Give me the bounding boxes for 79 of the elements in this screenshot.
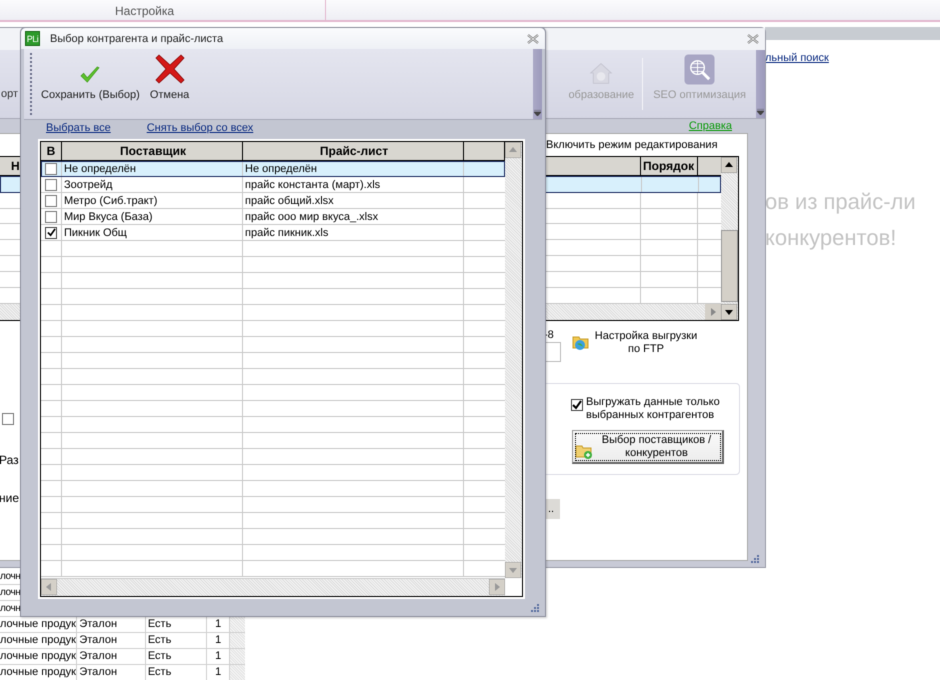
field-label: ние [0,491,20,505]
table-cell: Метро (Сиб.тракт) [64,194,158,206]
scroll-left-icon[interactable] [41,579,57,595]
resize-grip[interactable] [531,604,539,612]
save-button[interactable]: Сохранить (Выбор) [38,49,143,119]
table-cell: Эталон [77,665,146,680]
table-cell: Эталон [77,649,146,664]
checkbox[interactable] [571,399,583,411]
edit-mode-label: Включить режим редактирования [546,139,718,151]
checkbox[interactable] [2,413,14,425]
close-icon[interactable] [527,34,539,44]
column-header[interactable]: Порядок [643,158,694,173]
table-cell: Есть [146,633,208,648]
scroll-up-icon[interactable] [721,157,737,173]
table-cell: Есть [146,649,208,664]
table-cell: Есть [146,665,208,680]
table-cell-text: лочн [0,586,20,600]
table-cell: Зоотрейд [64,178,112,190]
table-cell: лочные продук [0,633,78,648]
resize-grip[interactable] [751,555,759,563]
column-header[interactable]: Поставщик [120,144,186,158]
globe-search-icon [684,54,716,85]
scrollbar[interactable] [230,633,245,648]
vertical-scrollbar[interactable] [721,157,738,320]
grid-row[interactable]: Мир Вкуса (База) прайс ооо мир вкуса_.xlsx [41,209,505,225]
scrollbar[interactable] [230,649,245,664]
grid-row[interactable]: Пикник Общ прайс пикник.xls [41,225,505,241]
table-cell: Эталон [77,633,146,648]
app-logo: PLi [25,31,40,46]
ribbon-group-label[interactable]: Настройка [115,4,174,20]
table-cell-text: лочн [0,570,20,584]
check-icon [79,65,102,85]
dropdown-arrow-icon [757,109,764,115]
checkbox[interactable] [45,194,57,206]
column-header[interactable]: Прайс-лист [320,144,388,158]
column-header[interactable]: В [46,144,56,158]
table-cell: прайс общий.xlsx [245,194,334,206]
toolbar-overflow[interactable] [533,49,542,119]
table-cell-text: лочн [0,602,20,616]
cancel-button[interactable]: Отмена [146,49,192,119]
checkbox[interactable] [45,178,57,190]
scrollbar[interactable] [230,665,245,680]
search-link[interactable]: льный поиск [765,52,940,64]
folder-add-icon [575,442,593,458]
dropdown-arrow-icon [534,110,541,116]
scrollbar[interactable] [230,617,245,632]
table-cell: Пикник Общ [64,226,127,238]
table-cell: прайс пикник.xls [245,226,328,238]
table-cell: лочные продук [0,665,78,680]
ftp-settings-button[interactable]: Настройка выгрузки по FTP [572,330,698,370]
suppliers-button[interactable]: Выбор поставщиков / конкурентов [572,430,724,464]
field-label: Раз [0,453,19,467]
banner-text: конкурентов! [765,224,898,252]
house-icon [588,61,614,85]
close-icon[interactable] [747,34,759,44]
grid-row[interactable]: Не определён Не определён [41,161,505,177]
horizontal-scrollbar[interactable] [41,578,505,596]
checkbox[interactable] [45,226,57,238]
select-all-link[interactable]: Выбрать все [46,122,111,134]
column-header[interactable]: Н [11,158,20,173]
toolbar-label[interactable]: орт [1,88,18,100]
cross-icon [154,53,186,85]
scroll-right-icon[interactable] [489,579,505,595]
checkbox-label: Выгружать данные только выбранных контрагентов [586,396,721,422]
banner-text: ов из прайс-ли [765,188,917,216]
table-cell: Не определён [64,162,136,174]
toolbar-overflow[interactable] [756,50,765,118]
table-cell: прайс константа (март).xls [245,178,380,190]
table-cell: прайс ооо мир вкуса_.xlsx [245,210,378,222]
table-cell: Мир Вкуса (База) [64,210,153,222]
window-title: Выбор контрагента и прайс-листа [50,32,224,44]
grid-row[interactable]: Метро (Сиб.тракт) прайс общий.xlsx [41,193,505,209]
table-cell: Не определён [245,162,317,174]
grid-row[interactable]: Зоотрейд прайс константа (март).xls [41,177,505,193]
checkbox[interactable] [45,162,57,174]
table-cell: лочные продук [0,649,78,664]
scroll-down-icon[interactable] [721,304,737,320]
deselect-all-link[interactable]: Снять выбор со всех [146,122,254,134]
checkbox[interactable] [45,210,57,222]
